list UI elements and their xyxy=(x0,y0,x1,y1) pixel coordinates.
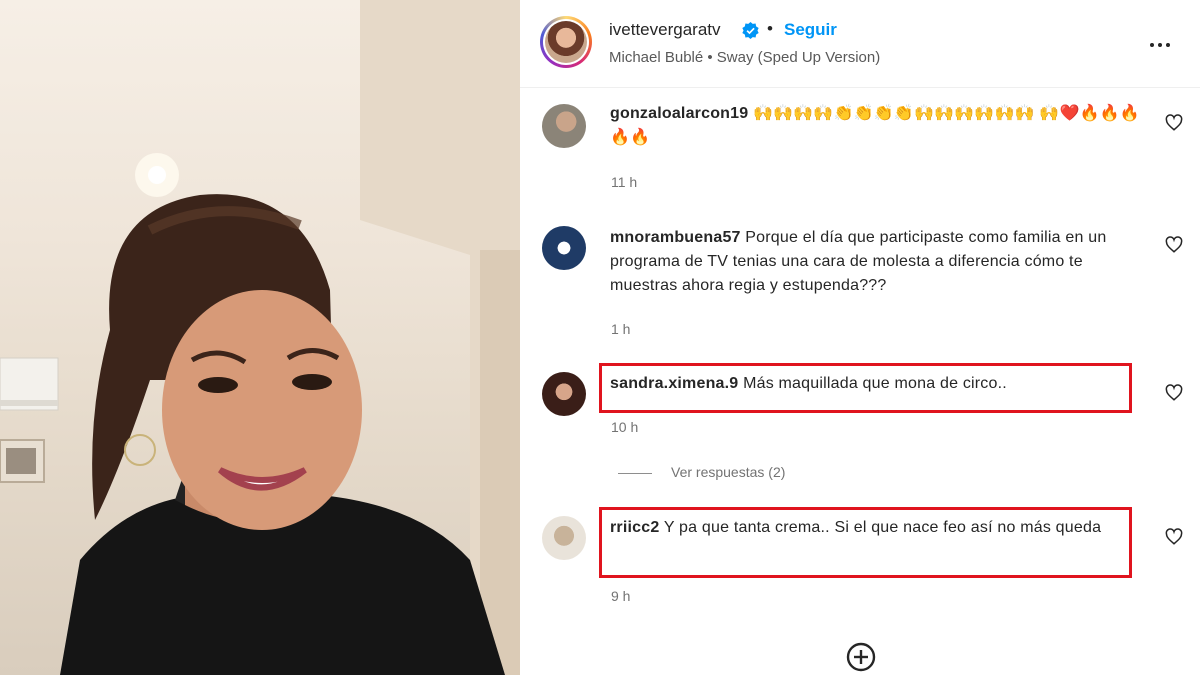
comment-time: 10 h xyxy=(611,419,639,435)
comment-username[interactable]: gonzaloalarcon19 xyxy=(610,105,748,122)
post-photo xyxy=(0,0,520,675)
comment-time: 9 h xyxy=(611,588,631,604)
comment-body: gonzaloalarcon19 🙌🙌🙌🙌👏👏👏👏🙌🙌🙌🙌🙌🙌 🙌❤️🔥🔥🔥🔥🔥 xyxy=(610,102,1150,150)
verified-badge-icon xyxy=(742,22,759,39)
more-options-icon[interactable] xyxy=(1148,34,1176,50)
commenter-avatar[interactable] xyxy=(542,516,586,560)
commenter-avatar[interactable] xyxy=(542,372,586,416)
commenter-avatar[interactable] xyxy=(542,226,586,270)
post-header: ivettevergaratv • Seguir Michael Bublé •… xyxy=(520,0,1200,88)
heart-icon[interactable] xyxy=(1165,236,1183,254)
commenter-avatar[interactable] xyxy=(542,104,586,148)
post-photo-illustration xyxy=(0,0,520,675)
highlight-box xyxy=(599,507,1132,578)
replies-divider xyxy=(618,473,652,474)
plus-circle-icon[interactable] xyxy=(845,641,877,673)
comment-time: 11 h xyxy=(611,174,638,190)
author-avatar[interactable] xyxy=(540,16,592,68)
author-username[interactable]: ivettevergaratv xyxy=(609,20,721,40)
comment-time: 1 h xyxy=(611,321,631,337)
highlight-box xyxy=(599,363,1132,413)
heart-icon[interactable] xyxy=(1165,384,1183,402)
audio-track[interactable]: Michael Bublé • Sway (Sped Up Version) xyxy=(609,49,880,66)
follow-button[interactable]: Seguir xyxy=(784,20,837,40)
comments-panel: ivettevergaratv • Seguir Michael Bublé •… xyxy=(520,0,1200,675)
view-replies-label[interactable]: Ver respuestas (2) xyxy=(671,464,785,480)
header-separator: • xyxy=(767,19,773,38)
comment-username[interactable]: mnorambuena57 xyxy=(610,229,741,246)
comment-body: mnorambuena57 Porque el día que particip… xyxy=(610,226,1150,298)
heart-icon[interactable] xyxy=(1165,114,1183,132)
heart-icon[interactable] xyxy=(1165,528,1183,546)
